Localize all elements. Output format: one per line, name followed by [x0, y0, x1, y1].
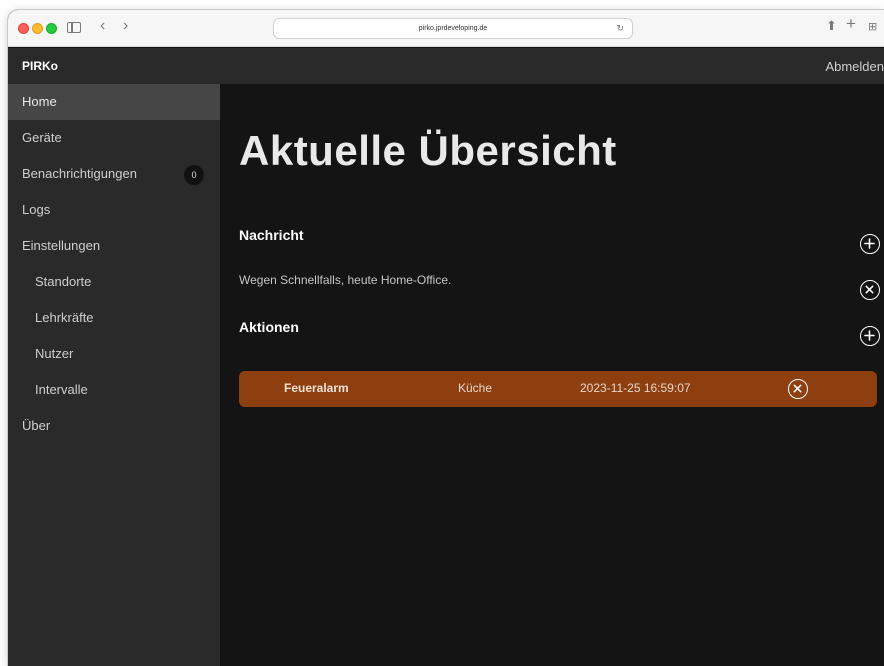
- plus-icon: [864, 330, 875, 341]
- sidebar-item-label: Nutzer: [35, 346, 74, 361]
- close-window-button[interactable]: [18, 23, 29, 34]
- plus-icon: [864, 238, 875, 249]
- notification-count-badge: 0: [184, 165, 204, 185]
- sidebar-item-benachrichtigungen[interactable]: Benachrichtigungen 0: [8, 156, 220, 192]
- sidebar-item-label: Einstellungen: [22, 238, 101, 253]
- sidebar-item-label: Standorte: [35, 274, 92, 289]
- sidebar-item-label: Home: [22, 94, 57, 109]
- sidebar-item-intervalle[interactable]: Intervalle: [8, 372, 220, 408]
- sidebar-item-label: Benachrichtigungen: [22, 166, 137, 181]
- app-header: PIRKo Abmelden: [8, 48, 884, 84]
- logout-link[interactable]: Abmelden: [825, 59, 884, 74]
- actions-section-title: Aktionen: [239, 319, 299, 335]
- minimize-window-button[interactable]: [32, 23, 43, 34]
- delete-message-button[interactable]: [860, 280, 880, 300]
- main-content: Aktuelle Übersicht Nachricht Wegen Schne…: [220, 84, 884, 666]
- share-icon[interactable]: ⬆: [826, 16, 837, 36]
- new-tab-icon[interactable]: +: [846, 14, 856, 34]
- message-section-title: Nachricht: [239, 227, 304, 243]
- close-icon: [793, 384, 802, 393]
- reload-icon[interactable]: ↻: [616, 19, 624, 38]
- add-action-button[interactable]: [860, 326, 880, 346]
- action-name: Feueralarm: [284, 381, 349, 395]
- sidebar-toggle-icon[interactable]: [67, 22, 81, 33]
- address-bar[interactable]: pirko.jprdeveloping.de ↻: [273, 18, 633, 39]
- tab-overview-icon[interactable]: ⊞: [868, 17, 877, 37]
- sidebar-item-label: Logs: [22, 202, 51, 217]
- sidebar-item-logs[interactable]: Logs: [8, 192, 220, 228]
- sidebar-item-nutzer[interactable]: Nutzer: [8, 336, 220, 372]
- sidebar-item-einstellungen[interactable]: Einstellungen: [8, 228, 220, 264]
- add-message-button[interactable]: [860, 234, 880, 254]
- sidebar-item-home[interactable]: Home: [8, 84, 220, 120]
- action-timestamp: 2023-11-25 16:59:07: [580, 381, 691, 395]
- close-icon: [865, 285, 874, 294]
- delete-action-button[interactable]: [788, 379, 808, 399]
- back-icon[interactable]: ‹: [100, 16, 105, 36]
- page-title: Aktuelle Übersicht: [239, 127, 617, 174]
- browser-window: ‹ › pirko.jprdeveloping.de ↻ ⬆ + ⊞ PIRKo…: [8, 10, 884, 666]
- action-room: Küche: [458, 381, 493, 395]
- sidebar: Home Geräte Benachrichtigungen 0 Logs Ei…: [8, 84, 220, 666]
- forward-icon[interactable]: ›: [123, 16, 128, 36]
- sidebar-item-label: Lehrkräfte: [35, 310, 94, 325]
- sidebar-item-label: Über: [22, 418, 51, 433]
- action-row: Feueralarm Küche 2023-11-25 16:59:07: [239, 371, 877, 407]
- sidebar-item-label: Intervalle: [35, 382, 88, 397]
- sidebar-item-ueber[interactable]: Über: [8, 408, 220, 444]
- sidebar-item-standorte[interactable]: Standorte: [8, 264, 220, 300]
- browser-toolbar: ‹ › pirko.jprdeveloping.de ↻ ⬆ + ⊞: [8, 10, 884, 47]
- brand-logo[interactable]: PIRKo: [22, 59, 58, 73]
- sidebar-item-label: Geräte: [22, 130, 62, 145]
- sidebar-item-lehrkraefte[interactable]: Lehrkräfte: [8, 300, 220, 336]
- url-text: pirko.jprdeveloping.de: [418, 25, 488, 32]
- sidebar-item-geraete[interactable]: Geräte: [8, 120, 220, 156]
- zoom-window-button[interactable]: [46, 23, 57, 34]
- message-text: Wegen Schnellfalls, heute Home-Office.: [239, 273, 452, 287]
